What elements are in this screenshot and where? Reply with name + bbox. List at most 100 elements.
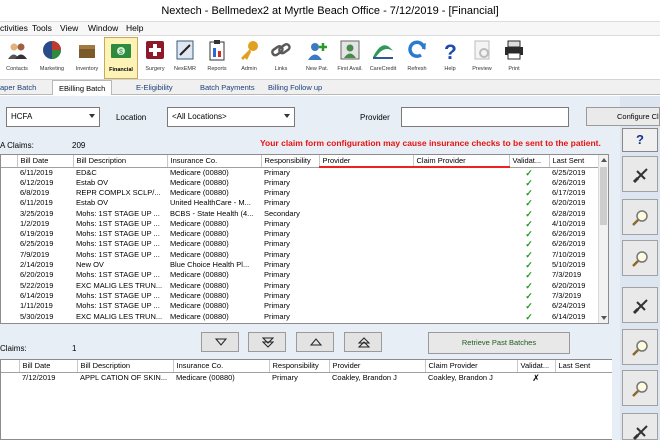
carecredit-icon — [373, 45, 393, 59]
search-claim-button[interactable] — [622, 240, 658, 276]
table-row[interactable]: 6/11/2019 Estab OV United HealthCare - M..… — [1, 198, 600, 208]
search-claim-button[interactable] — [622, 370, 658, 406]
table-cell: 6/17/2019 — [552, 187, 586, 197]
move-one-up-button[interactable] — [296, 332, 334, 352]
toolbar-financial-button[interactable]: $ Financial — [104, 37, 138, 79]
move-all-up-button[interactable] — [344, 332, 382, 352]
unselect-claim-button[interactable] — [622, 413, 658, 440]
table-cell — [319, 188, 413, 198]
table-row[interactable]: 6/25/2019 Mohs: 1ST STAGE UP ... Medicare … — [1, 239, 600, 249]
table-cell: Mohs: 1ST STAGE UP ... — [76, 301, 160, 311]
table-cell: EXC MALIG LES TRUN... — [76, 311, 163, 321]
unselect-claim-button[interactable] — [622, 156, 658, 192]
bottom-col-provider[interactable]: Provider — [329, 360, 426, 373]
move-all-down-button[interactable] — [248, 332, 286, 352]
table-cell — [413, 198, 509, 208]
toolbar-first-avail-button[interactable]: First Avail. — [333, 37, 367, 79]
table-cell: 6/24/2019 — [552, 301, 586, 311]
top-col-insurance-co[interactable]: Insurance Co. — [167, 155, 262, 168]
menu-tools[interactable]: Tools — [32, 23, 52, 33]
vertical-scrollbar[interactable] — [598, 155, 608, 323]
toolbar-inventory-button[interactable]: Inventory — [70, 37, 104, 79]
table-row[interactable]: 6/14/2019 Mohs: 1ST STAGE UP ... Medicare … — [1, 291, 600, 301]
top-col-last-sent[interactable]: Last Sent — [549, 155, 601, 168]
bottom-col-insurance-co[interactable]: Insurance Co. — [173, 360, 270, 373]
menu-view[interactable]: View — [60, 23, 78, 33]
configure-claim-button[interactable]: Configure Claim — [586, 107, 660, 126]
table-row[interactable]: 2/14/2019 New OV Blue Choice Health Pl... P… — [1, 260, 600, 270]
tab-batch-payments[interactable]: Batch Payments — [200, 83, 255, 92]
table-row[interactable]: 1/11/2019 Mohs: 1ST STAGE UP ... Medicare … — [1, 301, 600, 311]
toolbar-admin-button[interactable]: Admin — [232, 37, 266, 79]
toolbar-print-button[interactable]: Print — [497, 37, 531, 79]
menu-help[interactable]: Help — [126, 23, 143, 33]
table-row[interactable]: 6/20/2019 Mohs: 1ST STAGE UP ... Medicare … — [1, 270, 600, 280]
bottom-col-bill-date[interactable]: Bill Date — [19, 360, 78, 373]
table-cell — [319, 260, 413, 270]
validation-check-icon: ✓ — [525, 229, 533, 240]
top-col-provider[interactable]: Provider — [319, 155, 414, 168]
tab-e-eligibility[interactable]: E-Eligibility — [136, 83, 173, 92]
toolbar-nexemr-button[interactable]: NexEMR — [168, 37, 202, 79]
menu-activities[interactable]: ctivities — [0, 23, 28, 33]
validation-check-icon: ✓ — [525, 311, 533, 322]
help-button[interactable]: ? — [622, 128, 658, 152]
validation-check-icon: ✓ — [525, 177, 533, 188]
table-row[interactable]: 5/30/2019 EXC MALIG LES TRUN... Medicare (… — [1, 311, 600, 322]
move-one-down-button[interactable] — [201, 332, 239, 352]
scroll-down-icon[interactable] — [601, 316, 607, 320]
top-col-validat[interactable]: Validat... — [509, 155, 550, 168]
top-col-responsibility[interactable]: Responsibility — [261, 155, 320, 168]
bottom-col-validat[interactable]: Validat... — [517, 360, 556, 373]
unselected-claims-grid[interactable]: Bill Date Bill Description Insurance Co. Re… — [0, 154, 609, 324]
bottom-col-responsibility[interactable]: Responsibility — [269, 360, 330, 373]
unselect-icon — [632, 299, 648, 315]
scroll-up-icon[interactable] — [601, 158, 607, 162]
location-select[interactable]: <All Locations> — [167, 107, 295, 127]
table-row[interactable]: 5/22/2019 EXC MALIG LES TRUN... Medicare (… — [1, 280, 600, 291]
toolbar-help-button[interactable]: ? Help — [433, 37, 467, 79]
table-row[interactable]: 7/9/2019 Mohs: 1ST STAGE UP ... Medicare (… — [1, 250, 600, 260]
tab-billing-follow-up[interactable]: Billing Follow up — [268, 83, 322, 92]
retrieve-past-batches-button[interactable]: Retrieve Past Batches — [428, 332, 570, 354]
table-row[interactable]: 7/12/2019 APPL CATION OF SKIN... Medicare … — [1, 372, 612, 383]
form-type-select[interactable]: HCFA — [6, 107, 100, 127]
top-col-claim-provider[interactable]: Claim Provider — [413, 155, 510, 168]
tab-ebilling-batch[interactable]: EBilling Batch — [52, 80, 113, 95]
scroll-thumb[interactable] — [600, 167, 607, 225]
top-col-bill-date[interactable]: Bill Date — [17, 155, 74, 168]
toolbar-preview-button[interactable]: Preview — [465, 37, 499, 79]
table-cell — [413, 260, 509, 270]
table-cell: Blue Choice Health Pl... — [170, 260, 250, 270]
chevron-down-icon — [284, 114, 290, 118]
provider-select[interactable] — [401, 107, 569, 127]
toolbar-links-button[interactable]: Links — [264, 37, 298, 79]
top-col-bill-description[interactable]: Bill Description — [73, 155, 168, 168]
tab-paper-batch[interactable]: aper Batch — [0, 83, 36, 92]
table-row[interactable]: 3/25/2019 Mohs: 1ST STAGE UP ... BCBS - St… — [1, 208, 600, 219]
table-row[interactable]: 1/2/2019 Mohs: 1ST STAGE UP ... Medicare (… — [1, 219, 600, 229]
search-claim-button[interactable] — [622, 329, 658, 365]
toolbar-surgery-button[interactable]: Surgery — [138, 37, 172, 79]
main-toolbar: Contacts Marketing Inventory $ Financial Surg… — [0, 36, 660, 80]
toolbar-new-pat-button[interactable]: New Pat. — [300, 37, 334, 79]
table-row[interactable]: 6/11/2019 ED&C Medicare (00880) Primary ✓ 6/2… — [1, 167, 600, 178]
table-row[interactable]: 6/12/2019 Estab OV Medicare (00880) Primary… — [1, 178, 600, 188]
bottom-col-bill-description[interactable]: Bill Description — [77, 360, 174, 373]
table-row[interactable]: 6/19/2019 Mohs: 1ST STAGE UP ... Medicare … — [1, 229, 600, 239]
table-cell: Primary — [264, 249, 290, 259]
table-row[interactable]: 6/8/2019 REPR COMPLX SCLP/... Medicare (00… — [1, 188, 600, 198]
bottom-col-claim-provider[interactable]: Claim Provider — [425, 360, 518, 373]
search-claim-button[interactable] — [622, 199, 658, 235]
table-cell — [413, 280, 509, 290]
menu-window[interactable]: Window — [88, 23, 118, 33]
toolbar-marketing-button[interactable]: Marketing — [35, 37, 69, 79]
toolbar-carecredit-button[interactable]: CareCredit — [366, 37, 400, 79]
unselect-claim-button[interactable] — [622, 287, 658, 323]
toolbar-label: First Avail. — [337, 66, 363, 72]
selected-claims-grid[interactable]: Bill Date Bill Description Insurance Co. Re… — [0, 359, 612, 440]
bottom-col-last-sent[interactable]: Last Sent — [555, 360, 612, 373]
toolbar-refresh-button[interactable]: Refresh — [400, 37, 434, 79]
toolbar-contacts-button[interactable]: Contacts — [0, 37, 34, 79]
toolbar-reports-button[interactable]: Reports — [200, 37, 234, 79]
